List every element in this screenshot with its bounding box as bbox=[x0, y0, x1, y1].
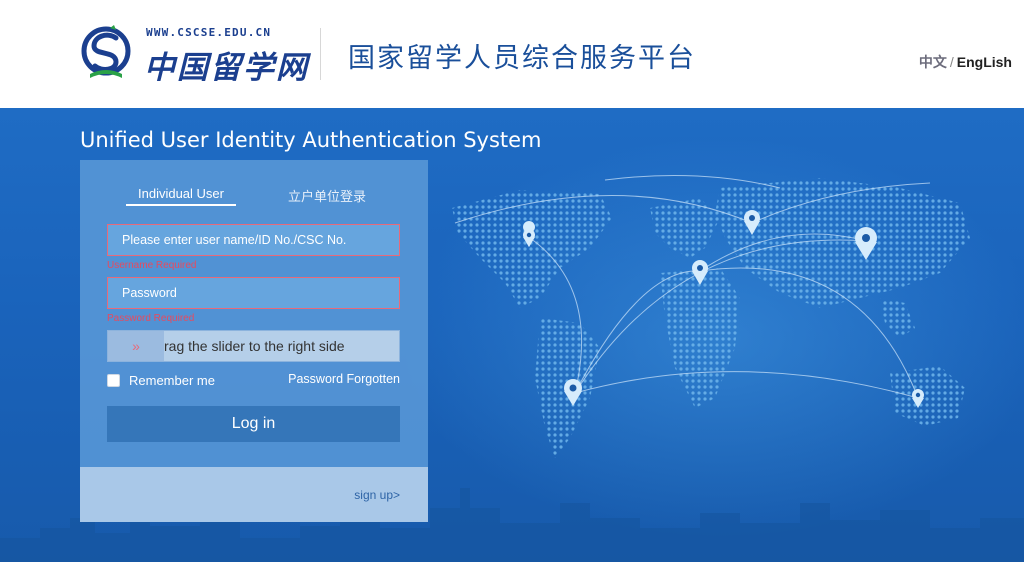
slider-instruction: rag the slider to the right side bbox=[164, 338, 345, 354]
lang-separator: / bbox=[949, 54, 954, 70]
panel-footer: sign up> bbox=[80, 467, 428, 522]
logo-name: 中国留学网 bbox=[144, 50, 309, 86]
logo-url-text: WWW.CSCSE.EDU.CN bbox=[146, 26, 272, 39]
header: WWW.CSCSE.EDU.CN 中国留学网 国家留学人员综合服务平台 中文 / E… bbox=[0, 0, 1024, 108]
platform-title: 国家留学人员综合服务平台 bbox=[348, 43, 696, 74]
tab-individual-user[interactable]: Individual User bbox=[126, 186, 236, 206]
password-input[interactable] bbox=[107, 277, 400, 309]
login-button[interactable]: Log in bbox=[107, 406, 400, 442]
lang-english-link[interactable]: EngLish bbox=[957, 54, 1012, 70]
system-title: Unified User Identity Authentication Sys… bbox=[80, 128, 542, 152]
password-forgotten-link[interactable]: Password Forgotten bbox=[288, 372, 400, 386]
cscse-logo-icon bbox=[81, 25, 131, 78]
remember-me-checkbox[interactable] bbox=[107, 374, 120, 387]
login-panel: Individual User 立户单位登录 Username Required… bbox=[80, 160, 428, 522]
captcha-slider[interactable]: » rag the slider to the right side bbox=[107, 330, 400, 362]
site-logo[interactable]: WWW.CSCSE.EDU.CN 中国留学网 bbox=[80, 24, 310, 86]
username-input[interactable] bbox=[107, 224, 400, 256]
remember-me-label[interactable]: Remember me bbox=[129, 373, 215, 388]
login-tabs: Individual User 立户单位登录 bbox=[80, 186, 428, 210]
banner: Unified User Identity Authentication Sys… bbox=[0, 108, 1024, 562]
lang-chinese-link[interactable]: 中文 bbox=[919, 54, 947, 70]
password-error: Password Required bbox=[107, 313, 195, 324]
double-chevron-right-icon[interactable]: » bbox=[108, 331, 164, 361]
sign-up-link[interactable]: sign up> bbox=[354, 488, 400, 502]
tab-organization-login[interactable]: 立户单位登录 bbox=[288, 186, 366, 205]
header-divider bbox=[320, 28, 321, 80]
language-switch: 中文 / EngLish bbox=[919, 52, 1012, 72]
username-error: Username Required bbox=[107, 260, 197, 271]
